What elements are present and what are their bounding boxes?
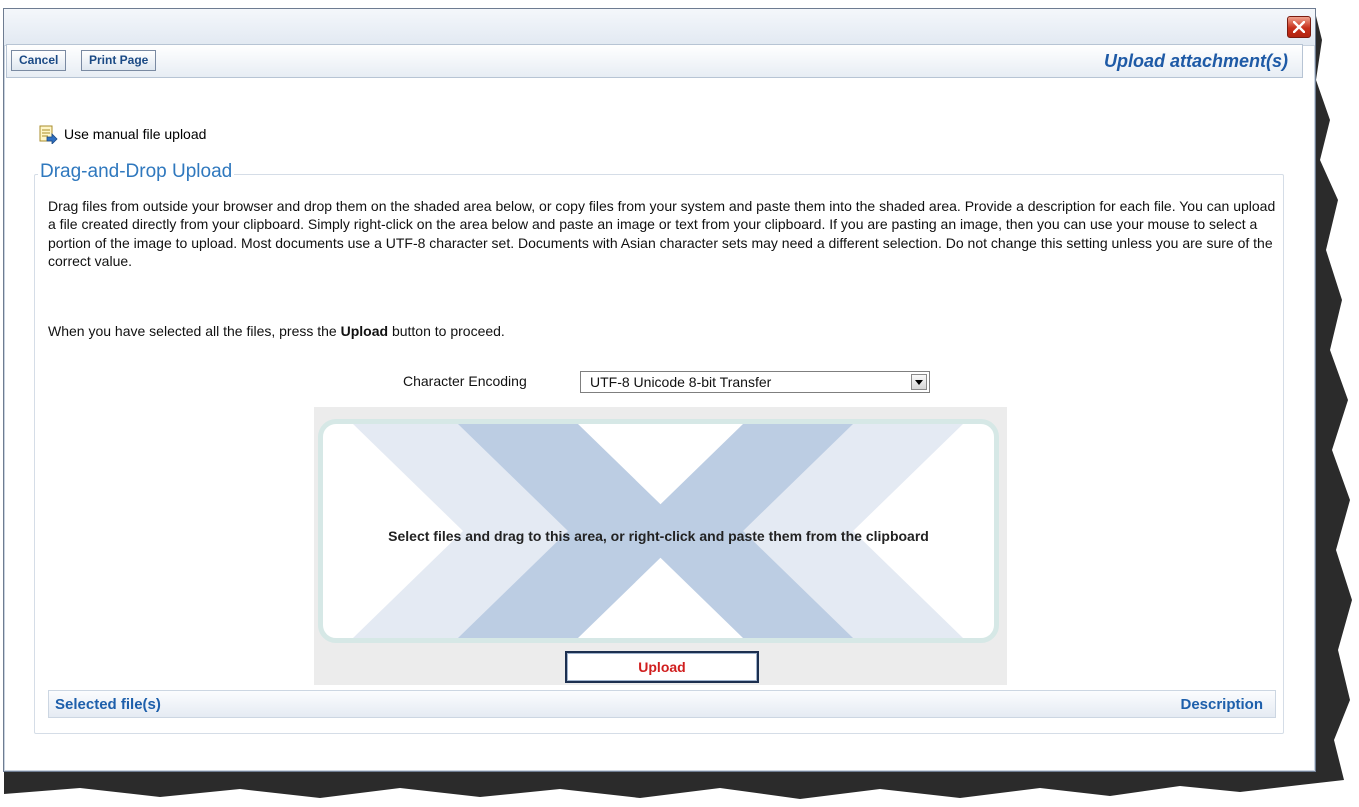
instruction-text: When you have selected all the files, pr…: [48, 323, 505, 339]
drop-zone[interactable]: Select files and drag to this area, or r…: [318, 419, 999, 643]
toolbar: Cancel Print Page Upload attachment(s): [6, 44, 1303, 78]
column-header-selected-files[interactable]: Selected file(s): [55, 696, 161, 713]
dialog-titlebar: [4, 9, 1315, 46]
encoding-label: Character Encoding: [403, 373, 527, 389]
close-icon: [1293, 21, 1305, 33]
manual-upload-icon: [39, 125, 58, 144]
manual-upload-label: Use manual file upload: [64, 126, 207, 142]
files-table-header: Selected file(s) Description: [48, 690, 1276, 718]
dropdown-arrow[interactable]: [911, 374, 927, 390]
instruction-before: When you have selected all the files, pr…: [48, 323, 341, 339]
cancel-button[interactable]: Cancel: [11, 50, 67, 71]
page-title: Upload attachment(s): [1103, 51, 1288, 71]
print-page-button[interactable]: Print Page: [81, 50, 157, 71]
chevron-down-icon: [915, 379, 923, 385]
drop-zone-text: Select files and drag to this area, or r…: [388, 528, 929, 544]
close-button[interactable]: [1287, 16, 1311, 38]
upload-button[interactable]: Upload: [565, 651, 759, 683]
encoding-selected-value: UTF-8 Unicode 8-bit Transfer: [590, 374, 772, 390]
instruction-after: button to proceed.: [388, 323, 505, 339]
instruction-bold: Upload: [340, 323, 389, 339]
column-header-description[interactable]: Description: [1180, 696, 1263, 713]
intro-text: Drag files from outside your browser and…: [48, 198, 1276, 269]
encoding-select[interactable]: UTF-8 Unicode 8-bit Transfer: [580, 371, 930, 393]
drag-drop-legend: Drag-and-Drop Upload: [38, 161, 235, 183]
manual-upload-link[interactable]: Use manual file upload: [38, 124, 206, 144]
